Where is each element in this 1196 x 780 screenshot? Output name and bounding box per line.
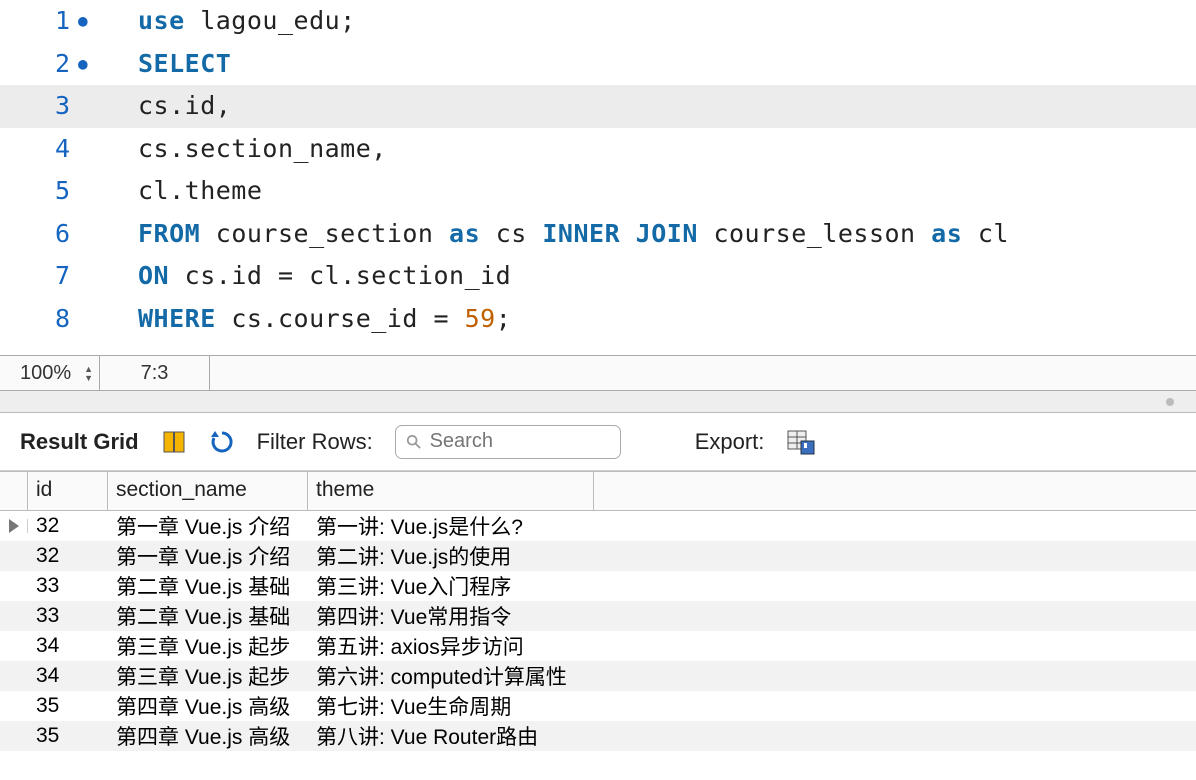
line-number: 6: [0, 213, 78, 256]
cell-id[interactable]: 33: [28, 604, 108, 628]
zoom-value: 100%: [20, 362, 71, 385]
code-text[interactable]: FROM course_section as cs INNER JOIN cou…: [138, 213, 1009, 256]
line-number: 2: [0, 43, 78, 86]
cell-theme[interactable]: 第三讲: Vue入门程序: [308, 571, 1196, 601]
cell-section-name[interactable]: 第四章 Vue.js 高级: [108, 721, 308, 751]
cell-theme[interactable]: 第六讲: computed计算属性: [308, 661, 1196, 691]
grid-header: id section_name theme: [0, 471, 1196, 511]
table-row[interactable]: 33第二章 Vue.js 基础第四讲: Vue常用指令: [0, 601, 1196, 631]
code-line[interactable]: 2● SELECT: [0, 43, 1196, 86]
chevron-down-icon[interactable]: ▼: [84, 374, 93, 382]
filter-search-box[interactable]: [395, 425, 621, 459]
table-row[interactable]: 34第三章 Vue.js 起步第六讲: computed计算属性: [0, 661, 1196, 691]
drag-handle-icon[interactable]: [1166, 398, 1174, 406]
col-header-section-name[interactable]: section_name: [108, 472, 308, 510]
code-line[interactable]: 4 cs.section_name,: [0, 128, 1196, 171]
table-row[interactable]: 33第二章 Vue.js 基础第三讲: Vue入门程序: [0, 571, 1196, 601]
grid-view-icon[interactable]: [161, 429, 187, 455]
cell-section-name[interactable]: 第一章 Vue.js 介绍: [108, 511, 308, 541]
editor-statusbar: 100% ▲ ▼ 7:3: [0, 355, 1196, 391]
splitter-bar[interactable]: [0, 391, 1196, 413]
line-number: 4: [0, 128, 78, 171]
export-icon[interactable]: [786, 428, 816, 456]
row-header-blank: [0, 472, 28, 510]
cell-section-name[interactable]: 第二章 Vue.js 基础: [108, 571, 308, 601]
zoom-level[interactable]: 100% ▲ ▼: [0, 356, 100, 390]
line-number: 8: [0, 298, 78, 341]
results-toolbar: Result Grid Filter Rows: Export:: [0, 413, 1196, 471]
result-grid[interactable]: id section_name theme 32第一章 Vue.js 介绍第一讲…: [0, 471, 1196, 751]
code-text[interactable]: WHERE cs.course_id = 59;: [138, 298, 511, 341]
filter-search-input[interactable]: [430, 430, 610, 453]
table-row[interactable]: 35第四章 Vue.js 高级第八讲: Vue Router路由: [0, 721, 1196, 751]
cell-theme[interactable]: 第五讲: axios异步访问: [308, 631, 1196, 661]
code-text[interactable]: use lagou_edu;: [138, 0, 356, 43]
cell-section-name[interactable]: 第一章 Vue.js 介绍: [108, 541, 308, 571]
refresh-icon[interactable]: [209, 429, 235, 455]
col-header-id[interactable]: id: [28, 472, 108, 510]
cell-id[interactable]: 34: [28, 664, 108, 688]
export-label: Export:: [695, 429, 765, 455]
code-line[interactable]: 6 FROM course_section as cs INNER JOIN co…: [0, 213, 1196, 256]
cell-theme[interactable]: 第八讲: Vue Router路由: [308, 721, 1196, 751]
code-text[interactable]: SELECT: [138, 43, 231, 86]
code-line[interactable]: 3 cs.id,: [0, 85, 1196, 128]
cell-section-name[interactable]: 第三章 Vue.js 起步: [108, 661, 308, 691]
code-line[interactable]: 7 ON cs.id = cl.section_id: [0, 255, 1196, 298]
line-number: 7: [0, 255, 78, 298]
cell-id[interactable]: 33: [28, 574, 108, 598]
cell-section-name[interactable]: 第二章 Vue.js 基础: [108, 601, 308, 631]
line-number: 3: [0, 85, 78, 128]
statement-marker-icon: ●: [78, 0, 116, 43]
cursor-position: 7:3: [100, 356, 210, 390]
code-text[interactable]: cs.section_name,: [138, 128, 387, 171]
code-line[interactable]: 1● use lagou_edu;: [0, 0, 1196, 43]
cell-section-name[interactable]: 第四章 Vue.js 高级: [108, 691, 308, 721]
col-header-blank: [594, 472, 1196, 510]
code-text[interactable]: cl.theme: [138, 170, 262, 213]
code-text[interactable]: ON cs.id = cl.section_id: [138, 255, 511, 298]
statement-marker-icon: ●: [78, 43, 116, 86]
current-row-icon: [9, 519, 19, 533]
line-number: 5: [0, 170, 78, 213]
cell-id[interactable]: 32: [28, 514, 108, 538]
cell-id[interactable]: 35: [28, 724, 108, 748]
row-marker[interactable]: [0, 519, 28, 533]
table-row[interactable]: 35第四章 Vue.js 高级第七讲: Vue生命周期: [0, 691, 1196, 721]
grid-body[interactable]: 32第一章 Vue.js 介绍第一讲: Vue.js是什么?32第一章 Vue.…: [0, 511, 1196, 751]
cell-theme[interactable]: 第四讲: Vue常用指令: [308, 601, 1196, 631]
cursor-position-value: 7:3: [141, 362, 169, 385]
code-line[interactable]: 8 WHERE cs.course_id = 59;: [0, 298, 1196, 341]
code-line[interactable]: 5 cl.theme: [0, 170, 1196, 213]
cell-theme[interactable]: 第七讲: Vue生命周期: [308, 691, 1196, 721]
line-number: 1: [0, 0, 78, 43]
cell-section-name[interactable]: 第三章 Vue.js 起步: [108, 631, 308, 661]
cell-theme[interactable]: 第二讲: Vue.js的使用: [308, 541, 1196, 571]
result-grid-title: Result Grid: [20, 429, 139, 455]
sql-editor[interactable]: 1● use lagou_edu; 2● SELECT 3 cs.id, 4 cs.secti…: [0, 0, 1196, 355]
zoom-stepper[interactable]: ▲ ▼: [84, 365, 93, 382]
cell-id[interactable]: 35: [28, 694, 108, 718]
table-row[interactable]: 32第一章 Vue.js 介绍第一讲: Vue.js是什么?: [0, 511, 1196, 541]
filter-rows-label: Filter Rows:: [257, 429, 373, 455]
chevron-up-icon[interactable]: ▲: [84, 365, 93, 373]
search-icon: [406, 433, 422, 451]
col-header-theme[interactable]: theme: [308, 472, 594, 510]
table-row[interactable]: 34第三章 Vue.js 起步第五讲: axios异步访问: [0, 631, 1196, 661]
cell-id[interactable]: 34: [28, 634, 108, 658]
table-row[interactable]: 32第一章 Vue.js 介绍第二讲: Vue.js的使用: [0, 541, 1196, 571]
cell-theme[interactable]: 第一讲: Vue.js是什么?: [308, 511, 1196, 541]
cell-id[interactable]: 32: [28, 544, 108, 568]
code-text[interactable]: cs.id,: [138, 85, 231, 128]
